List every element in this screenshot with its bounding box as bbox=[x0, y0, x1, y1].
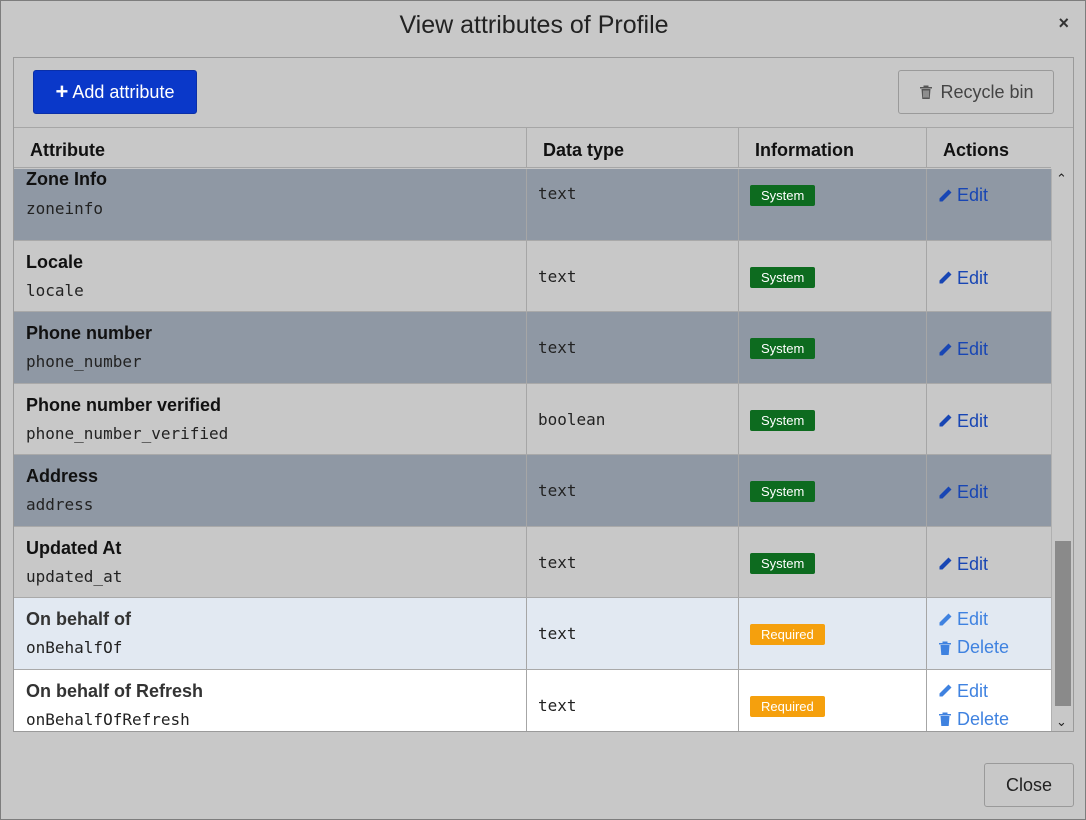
attribute-key: updated_at bbox=[26, 566, 123, 586]
data-type: text bbox=[538, 266, 577, 286]
edit-link[interactable]: Edit bbox=[937, 411, 988, 432]
attribute-name: On behalf of bbox=[26, 609, 131, 629]
trash-icon bbox=[939, 712, 951, 726]
add-attribute-button[interactable]: + Add attribute bbox=[33, 70, 197, 114]
data-type: text bbox=[538, 338, 577, 357]
table-row[interactable]: Phone number phone_number text System Edi… bbox=[14, 312, 1051, 384]
close-button[interactable]: Close bbox=[984, 763, 1074, 807]
scroll-down-icon[interactable]: ⌄ bbox=[1056, 714, 1067, 730]
delete-link[interactable]: Delete bbox=[937, 709, 1009, 730]
dialog: View attributes of Profile × + Add attri… bbox=[0, 0, 1086, 820]
vertical-scrollbar[interactable]: ⌃ ⌄ bbox=[1051, 169, 1073, 731]
attribute-name: On behalf of Refresh bbox=[26, 680, 204, 701]
edit-link[interactable]: Edit bbox=[937, 681, 988, 702]
system-badge: System bbox=[750, 266, 816, 288]
dialog-title: View attributes of Profile bbox=[399, 11, 669, 39]
data-type: text bbox=[538, 552, 577, 572]
header-data-type[interactable]: Data type bbox=[527, 128, 739, 167]
scroll-up-icon[interactable]: ⌃ bbox=[1056, 171, 1067, 187]
attribute-name: Address bbox=[26, 466, 99, 486]
edit-link[interactable]: Edit bbox=[937, 268, 988, 289]
attribute-key: zoneinfo bbox=[26, 199, 104, 218]
attribute-key: address bbox=[26, 495, 94, 514]
attribute-name: Zone Info bbox=[26, 169, 107, 189]
trash-icon bbox=[939, 641, 951, 655]
table-header: Attribute Data type Information Actions bbox=[14, 128, 1051, 168]
edit-link[interactable]: Edit bbox=[937, 554, 988, 575]
data-type: boolean bbox=[538, 409, 606, 429]
attribute-key: phone_number_verified bbox=[26, 423, 229, 443]
pencil-icon bbox=[939, 271, 952, 284]
attribute-key: phone_number bbox=[26, 352, 142, 371]
pencil-icon bbox=[939, 557, 952, 570]
data-type: text bbox=[538, 184, 577, 203]
pencil-icon bbox=[939, 613, 952, 625]
table-body: Zone Info zoneinfo text System Edit Local… bbox=[14, 169, 1051, 731]
pencil-icon bbox=[939, 189, 952, 201]
plus-icon: + bbox=[55, 79, 69, 104]
system-badge: System bbox=[750, 409, 816, 431]
attribute-name: Phone number bbox=[26, 323, 153, 343]
edit-link[interactable]: Edit bbox=[937, 482, 988, 503]
scrollbar-thumb[interactable] bbox=[1055, 541, 1071, 706]
data-type: text bbox=[538, 624, 577, 643]
system-badge: System bbox=[750, 552, 816, 574]
add-attribute-label: Add attribute bbox=[72, 81, 175, 102]
edit-link[interactable]: Edit bbox=[937, 185, 988, 206]
close-icon[interactable]: × bbox=[1058, 13, 1069, 33]
data-type: text bbox=[538, 481, 577, 500]
system-badge: System bbox=[750, 338, 816, 359]
attributes-panel: + Add attribute Recycle bin Attribute Da… bbox=[13, 57, 1074, 732]
delete-link[interactable]: Delete bbox=[937, 637, 1009, 658]
table-row[interactable]: On behalf of Refresh onBehalfOfRefresh te… bbox=[14, 669, 1051, 731]
attribute-key: onBehalfOf bbox=[26, 638, 123, 657]
attribute-name: Phone number verified bbox=[26, 394, 222, 415]
attribute-key: onBehalfOfRefresh bbox=[26, 709, 190, 729]
pencil-icon bbox=[939, 486, 952, 498]
recycle-bin-label: Recycle bin bbox=[940, 81, 1034, 102]
header-actions: Actions bbox=[943, 140, 1010, 160]
toolbar: + Add attribute Recycle bin bbox=[14, 58, 1073, 128]
table-row[interactable]: Address address text System Edit bbox=[14, 455, 1051, 527]
required-badge: Required bbox=[750, 695, 825, 717]
trash-icon bbox=[920, 85, 933, 99]
attribute-key: locale bbox=[26, 280, 84, 300]
attribute-name: Updated At bbox=[26, 537, 122, 558]
table-row[interactable]: Zone Info zoneinfo text System Edit bbox=[14, 169, 1051, 241]
edit-link[interactable]: Edit bbox=[937, 339, 988, 360]
pencil-icon bbox=[939, 684, 952, 697]
recycle-bin-button[interactable]: Recycle bin bbox=[898, 70, 1054, 114]
system-badge: System bbox=[750, 185, 816, 206]
attribute-name: Locale bbox=[26, 251, 84, 272]
edit-link[interactable]: Edit bbox=[937, 609, 988, 630]
header-information[interactable]: Information bbox=[739, 128, 927, 167]
system-badge: System bbox=[750, 481, 816, 502]
header-attribute[interactable]: Attribute bbox=[14, 128, 527, 167]
required-badge: Required bbox=[750, 624, 825, 645]
pencil-icon bbox=[939, 414, 952, 427]
table-row[interactable]: Phone number verified phone_number_verifi… bbox=[14, 383, 1051, 455]
table-row[interactable]: Updated At updated_at text System Edit bbox=[14, 526, 1051, 598]
table-row[interactable]: Locale locale text System Edit bbox=[14, 240, 1051, 312]
table-row[interactable]: On behalf of onBehalfOf text Required Edi… bbox=[14, 598, 1051, 670]
data-type: text bbox=[538, 695, 577, 715]
pencil-icon bbox=[939, 343, 952, 355]
